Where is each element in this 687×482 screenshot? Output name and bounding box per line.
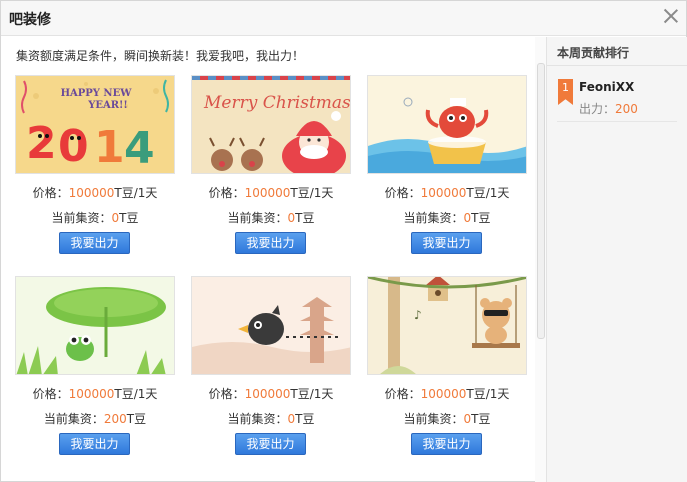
raised-text: 当前集资：0T豆	[403, 211, 491, 225]
skin-thumbnail-crab[interactable]	[367, 75, 527, 174]
raised-text: 当前集资：0T豆	[227, 211, 315, 225]
contribution-ranking-panel: 本周贡献排行 1 FeoniXX 出力：200	[546, 37, 687, 482]
skin-card: 价格：100000T豆/1天 当前集资：200T豆 我要出力	[15, 276, 175, 466]
contribute-button[interactable]: 我要出力	[235, 433, 306, 455]
skin-card: HAPPY NEW YEAR!! 2 0 1 4 价格：100000T豆/1天 …	[15, 75, 175, 265]
contribute-button[interactable]: 我要出力	[59, 433, 130, 455]
raised-text: 当前集资：0T豆	[403, 412, 491, 426]
dialog-title: 吧装修	[9, 12, 51, 28]
skin-thumbnail-frog[interactable]	[15, 276, 175, 375]
rank-badge: 1	[558, 79, 573, 105]
contribution-amount: 出力：200	[579, 102, 638, 116]
close-icon[interactable]	[662, 7, 680, 25]
skin-card: 价格：100000T豆/1天 当前集资：0T豆 我要出力	[367, 75, 527, 265]
svg-text:HAPPY NEW: HAPPY NEW	[61, 88, 133, 99]
svg-text:♪: ♪	[414, 308, 422, 322]
skin-thumbnail-bear[interactable]: ♪	[367, 276, 527, 375]
scrollbar-thumb[interactable]	[537, 63, 545, 339]
raised-text: 当前集资：200T豆	[43, 412, 147, 426]
ranking-title: 本周贡献排行	[557, 46, 630, 60]
price-text: 价格：100000T豆/1天	[32, 186, 158, 200]
price-text: 价格：100000T豆/1天	[208, 186, 334, 200]
funding-notice: 集资额度满足条件，瞬间换新装！我爱我吧，我出力！	[16, 49, 305, 63]
price-text: 价格：100000T豆/1天	[208, 387, 334, 401]
svg-text:0: 0	[58, 121, 89, 172]
contribute-button[interactable]: 我要出力	[411, 232, 482, 254]
svg-text:1: 1	[94, 122, 125, 173]
skin-card: ♪ 价格：100000T豆/1天 当前集资：0T豆 我要出力	[367, 276, 527, 466]
skin-thumbnail-christmas[interactable]: Merry Christmas	[191, 75, 351, 174]
svg-text:YEAR!!: YEAR!!	[87, 100, 128, 111]
price-text: 价格：100000T豆/1天	[384, 186, 510, 200]
contribute-button[interactable]: 我要出力	[235, 232, 306, 254]
dialog-titlebar: 吧装修	[1, 1, 686, 36]
skin-card: 价格：100000T豆/1天 当前集资：0T豆 我要出力	[191, 276, 351, 466]
price-text: 价格：100000T豆/1天	[32, 387, 158, 401]
skin-thumbnail-bird[interactable]	[191, 276, 351, 375]
svg-text:2: 2	[26, 118, 57, 169]
price-text: 价格：100000T豆/1天	[384, 387, 510, 401]
skin-thumbnail-new-year[interactable]: HAPPY NEW YEAR!! 2 0 1 4	[15, 75, 175, 174]
contribute-button[interactable]: 我要出力	[411, 433, 482, 455]
raised-text: 当前集资：0T豆	[51, 211, 139, 225]
contribute-button[interactable]: 我要出力	[59, 232, 130, 254]
skin-card: Merry Christmas 价格：100000T豆/1天 当前集资：0T豆 …	[191, 75, 351, 265]
svg-text:4: 4	[124, 123, 155, 174]
raised-text: 当前集资：0T豆	[227, 412, 315, 426]
contributor-name[interactable]: FeoniXX	[579, 80, 634, 94]
divider	[557, 121, 677, 122]
skin-list-panel: 集资额度满足条件，瞬间换新装！我爱我吧，我出力！ HAPPY NEW YEAR!…	[1, 37, 546, 482]
divider	[547, 65, 687, 66]
christmas-thumb-text: Merry Christmas	[203, 93, 351, 113]
decoration-dialog: 吧装修 集资额度满足条件，瞬间换新装！我爱我吧，我出力！ HAPPY NEW Y…	[0, 0, 687, 482]
